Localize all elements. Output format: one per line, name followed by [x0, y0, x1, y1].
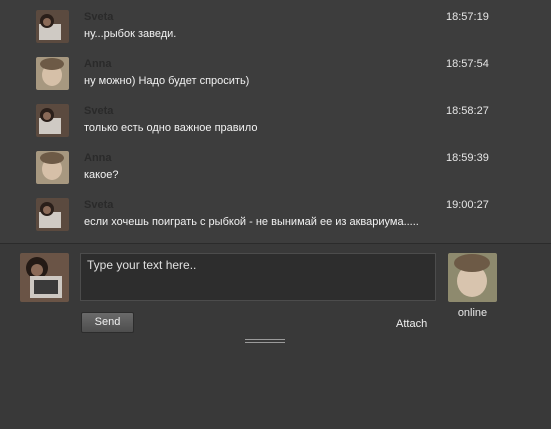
message: Anna 18:57:54 ну можно) Надо будет спрос…	[0, 55, 551, 102]
message-list[interactable]: Sveta 18:57:19 ну...рыбок заведи. Anna 1…	[0, 0, 551, 244]
sender-name: Anna	[84, 58, 112, 70]
message-input[interactable]	[80, 253, 436, 301]
composer: online Send Attach	[0, 244, 551, 429]
sender-avatar	[36, 10, 69, 43]
message-text: ну...рыбок заведи.	[84, 28, 177, 40]
message-time: 18:58:27	[446, 105, 489, 117]
sender-name: Sveta	[84, 199, 114, 211]
peer-status: online	[457, 307, 488, 319]
message-text: только есть одно важное правило	[84, 122, 258, 134]
sender-avatar	[36, 198, 69, 231]
message-text: если хочешь поиграть с рыбкой - не выним…	[84, 216, 419, 228]
sender-avatar	[36, 57, 69, 90]
message: Anna 18:59:39 какое?	[0, 149, 551, 196]
sender-name: Sveta	[84, 11, 114, 23]
send-button[interactable]: Send	[81, 312, 134, 333]
message-time: 18:59:39	[446, 152, 489, 164]
attach-link[interactable]: Attach	[396, 318, 427, 330]
message: Sveta 18:57:19 ну...рыбок заведи.	[0, 8, 551, 55]
message-time: 19:00:27	[446, 199, 489, 211]
resize-grip[interactable]	[245, 339, 285, 347]
message-time: 18:57:19	[446, 11, 489, 23]
message-text: какое?	[84, 169, 119, 181]
sender-name: Anna	[84, 152, 112, 164]
sender-name: Sveta	[84, 105, 114, 117]
peer-avatar[interactable]	[448, 253, 497, 302]
message: Sveta 18:58:27 только есть одно важное п…	[0, 102, 551, 149]
sender-avatar	[36, 104, 69, 137]
message-text: ну можно) Надо будет спросить)	[84, 75, 250, 87]
message: Sveta 19:00:27 если хочешь поиграть с ры…	[0, 196, 551, 243]
sender-avatar	[36, 151, 69, 184]
message-time: 18:57:54	[446, 58, 489, 70]
my-avatar	[20, 253, 69, 302]
